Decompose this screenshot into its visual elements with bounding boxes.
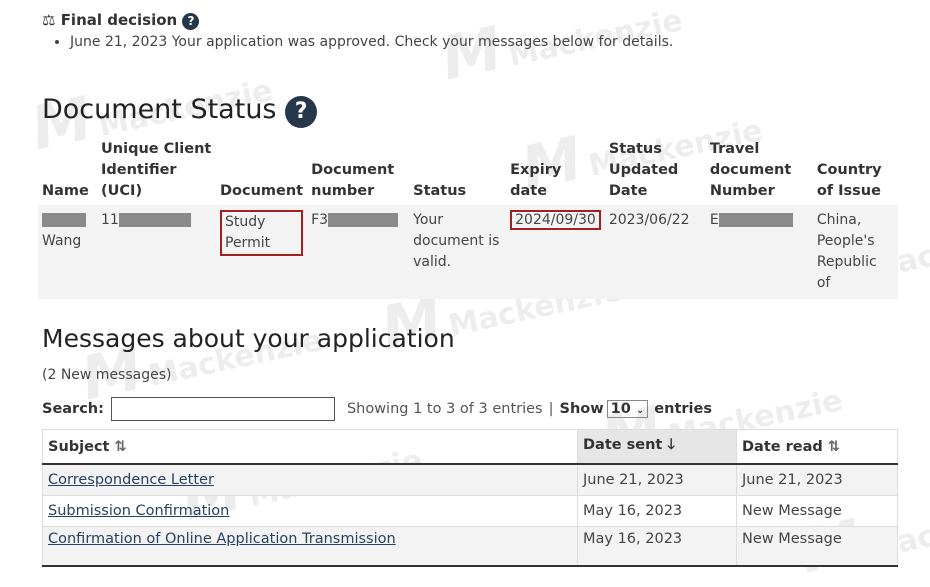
document-status-heading: Document Status ? [42,94,318,128]
sort-icon: ⇅ [827,438,841,455]
final-decision-heading: ⚖ Final decision ? [42,11,673,30]
search-input[interactable] [110,397,335,421]
redacted-block [42,213,86,227]
entries-info: Showing 1 to 3 of 3 entries [346,401,543,417]
sort-date-sent[interactable]: Date sent 🡓 [577,429,737,465]
message-link[interactable]: Submission Confirmation [48,503,229,519]
new-messages-count: (2 New messages) [42,367,172,383]
redacted-block [718,213,793,227]
table-row: Wang 11 Study Permit F3 Your document is… [38,205,898,299]
help-icon[interactable]: ? [285,96,318,128]
table-controls: Search: Showing 1 to 3 of 3 entries | Sh… [42,397,712,421]
help-icon[interactable]: ? [182,13,200,30]
messages-heading: Messages about your application [42,324,455,353]
table-row: Correspondence Letter June 21, 2023 June 2… [42,463,898,496]
redacted-block [118,213,191,227]
message-link[interactable]: Correspondence Letter [48,472,214,488]
scales-icon: ⚖ [42,11,56,29]
table-header-row: Subject ⇅ Date sent 🡓 Date read ⇅ [42,429,898,465]
table-header-row: Name Unique Client Identifier (UCI) Docu… [42,141,882,199]
table-row: Submission Confirmation May 16, 2023 New M… [42,495,898,527]
table-row: Confirmation of Online Application Trans… [42,526,898,567]
messages-table: Subject ⇅ Date sent 🡓 Date read ⇅ Corres… [42,429,898,567]
decision-item: June 21, 2023 Your application was appro… [70,34,673,50]
page-size-select[interactable]: 10 ⌄ [606,400,649,418]
document-status-table: Name Unique Client Identifier (UCI) Docu… [38,136,898,299]
message-link[interactable]: Confirmation of Online Application Trans… [48,531,396,547]
chevron-down-icon: ⌄ [635,405,645,416]
sort-icon: ⇅ [114,438,127,455]
expiry-date-highlight: 2024/09/30 [510,210,601,230]
arrow-down-icon: 🡓 [667,437,675,453]
final-decision-section: ⚖ Final decision ? June 21, 2023 Your ap… [42,11,673,50]
redacted-block [328,213,399,227]
sort-subject[interactable]: Subject ⇅ [42,429,578,465]
document-type-highlight: Study Permit [220,210,304,256]
sort-date-read[interactable]: Date read ⇅ [736,429,898,465]
